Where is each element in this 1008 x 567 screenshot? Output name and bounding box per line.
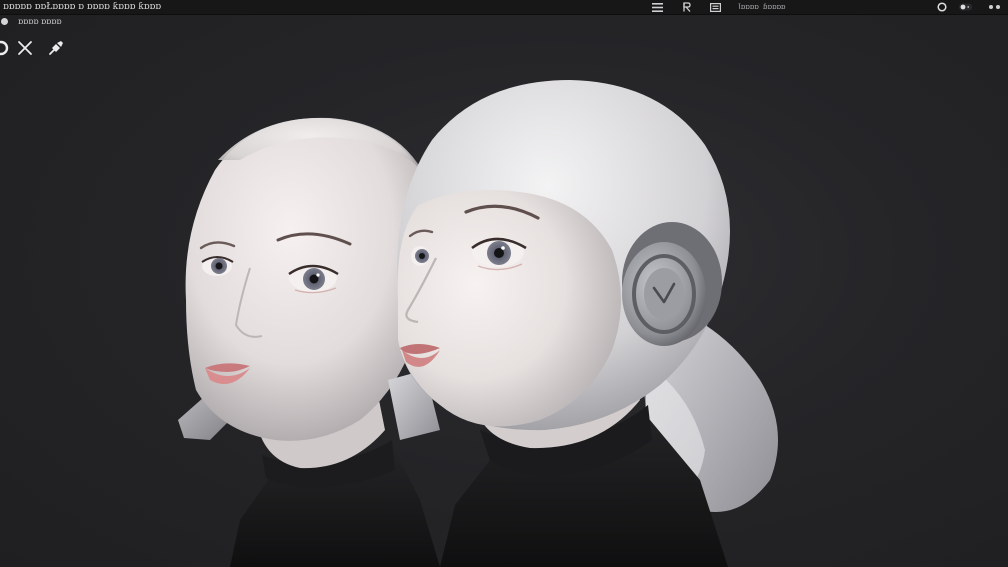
top-bar: ɒɒɒɒɒ ɒɒŁɒɒɒɒ ɒ ɒɒɒɒ ƙɒɒɒ ƙɒɒɒ Ɩɒɒɒɒ ɓɒɒ…	[0, 0, 1008, 15]
window-controls-icon[interactable]	[986, 1, 1004, 13]
circle-icon[interactable]	[936, 1, 948, 13]
app-window: ɒɒɒɒɒ ɒɒŁɒɒɒɒ ɒ ɒɒɒɒ ƙɒɒɒ ƙɒɒɒ Ɩɒɒɒɒ ɓɒɒ…	[0, 0, 1008, 567]
artwork-image	[178, 80, 778, 567]
top-bar-label-2[interactable]: ɓɒɒɒɒ	[763, 2, 785, 12]
menu-icon[interactable]	[650, 1, 664, 13]
top-bar-label-1[interactable]: Ɩɒɒɒɒ	[738, 2, 759, 12]
person-icon[interactable]	[681, 1, 693, 13]
panel-icon[interactable]	[709, 1, 722, 13]
toggle-icon[interactable]	[958, 1, 974, 13]
window-title: ɒɒɒɒɒ ɒɒŁɒɒɒɒ ɒ ɒɒɒɒ ƙɒɒɒ ƙɒɒɒ	[3, 2, 161, 12]
